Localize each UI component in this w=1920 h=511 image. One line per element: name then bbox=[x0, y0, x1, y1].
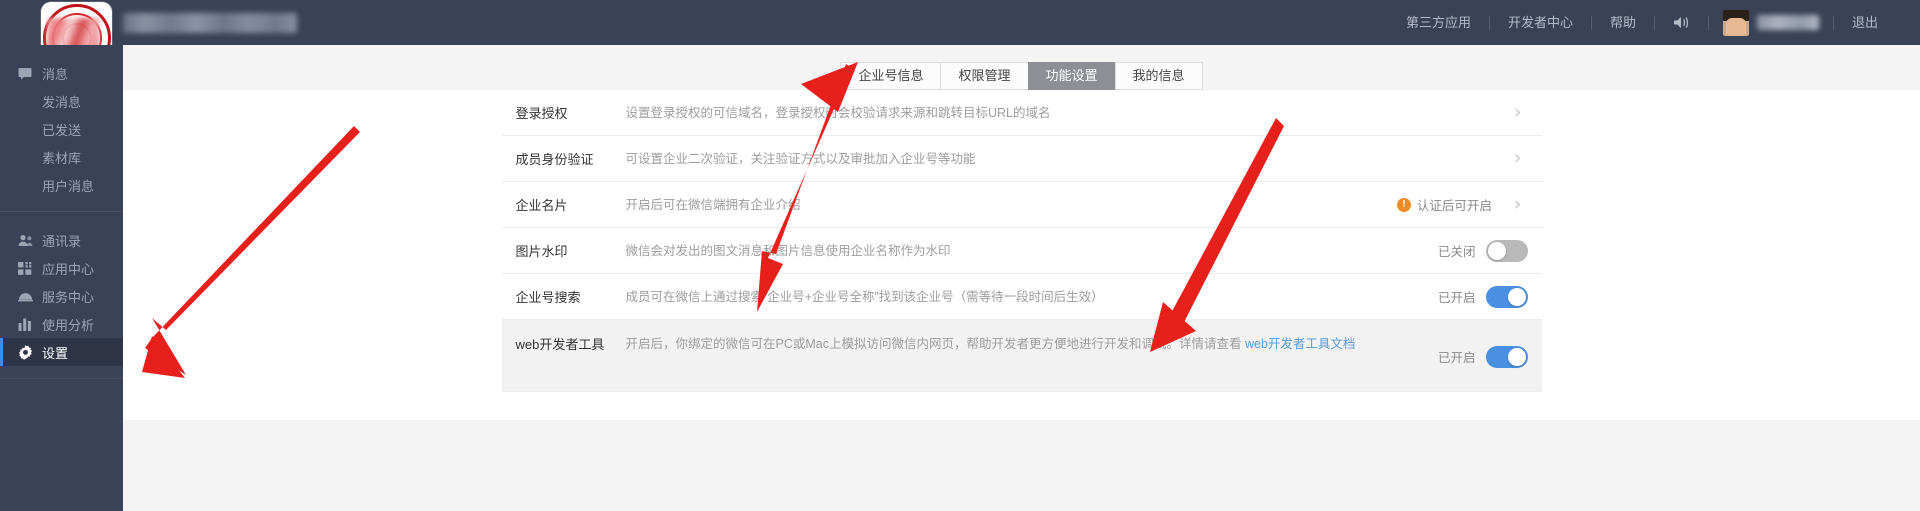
avatar-face bbox=[1725, 17, 1746, 36]
sidebar-item-analytics[interactable]: 使用分析 bbox=[0, 310, 123, 338]
sidebar-item-label: 应用中心 bbox=[42, 261, 95, 277]
sidebar-item-label: 服务中心 bbox=[42, 289, 95, 305]
table-row[interactable]: 企业名片 开启后可在微信端拥有企业介绍 ! 认证后可开启 › bbox=[501, 182, 1542, 228]
nav-help[interactable]: 帮助 bbox=[1592, 0, 1654, 45]
tab-function-settings[interactable]: 功能设置 bbox=[1027, 62, 1115, 90]
sidebar-subitem-send-message[interactable]: 发消息 bbox=[0, 87, 123, 115]
exclamation-icon: ! bbox=[1396, 197, 1411, 212]
contacts-icon bbox=[17, 232, 33, 248]
tab-enterprise-info[interactable]: 企业号信息 bbox=[840, 62, 941, 90]
settings-tabbar: 企业号信息 权限管理 功能设置 我的信息 bbox=[123, 45, 1920, 90]
sidebar-subitem-sent[interactable]: 已发送 bbox=[0, 115, 123, 143]
sidebar-subitem-label: 已发送 bbox=[42, 122, 82, 138]
web-devtools-doc-link[interactable]: web开发者工具文档 bbox=[1245, 337, 1355, 351]
setting-label: 成员身份验证 bbox=[515, 152, 594, 167]
sidebar-item-label: 消息 bbox=[42, 66, 69, 82]
sidebar-item-label: 使用分析 bbox=[42, 317, 95, 333]
chevron-right-icon[interactable]: › bbox=[1502, 103, 1528, 122]
bar-chart-icon bbox=[17, 316, 33, 332]
tab-permission-management[interactable]: 权限管理 bbox=[940, 62, 1028, 90]
table-row[interactable]: 图片水印 微信会对发出的图文消息和图片信息使用企业名称作为水印 已关闭 bbox=[501, 228, 1542, 274]
table-row[interactable]: 企业号搜索 成员可在微信上通过搜索“企业号+企业号全称”找到该企业号（需等待一段… bbox=[501, 274, 1542, 320]
enterprise-search-toggle[interactable] bbox=[1485, 285, 1528, 308]
setting-description: 微信会对发出的图文消息和图片信息使用企业名称作为水印 bbox=[625, 243, 951, 258]
sidebar-subitem-user-messages[interactable]: 用户消息 bbox=[0, 171, 123, 199]
setting-label: 企业号搜索 bbox=[515, 290, 581, 305]
sidebar-group-main: 通讯录 应用中心 服务中心 使用分析 设置 bbox=[0, 212, 123, 379]
setting-description: 开启后，你绑定的微信可在PC或Mac上模拟访问微信内网页，帮助开发者更方便地进行… bbox=[626, 334, 1438, 354]
setting-control: ! 认证后可开启 › bbox=[1396, 195, 1542, 214]
status-badge-text: 认证后可开启 bbox=[1416, 199, 1492, 213]
nav-third-party-apps[interactable]: 第三方应用 bbox=[1388, 0, 1489, 45]
chevron-right-icon[interactable]: › bbox=[1502, 195, 1528, 214]
sidebar-item-settings[interactable]: 设置 bbox=[0, 338, 123, 366]
company-name-redacted bbox=[123, 12, 297, 33]
gear-icon bbox=[17, 344, 33, 360]
toggle-knob bbox=[1487, 241, 1506, 260]
sidebar-subitem-material-library[interactable]: 素材库 bbox=[0, 143, 123, 171]
setting-description: 可设置企业二次验证，关注验证方式以及审批加入企业号等功能 bbox=[625, 151, 976, 166]
left-sidebar: 消息 发消息 已发送 素材库 用户消息 通讯录 应用中心 服务中心 使用分析 设… bbox=[0, 45, 123, 511]
setting-control: 已关闭 bbox=[1437, 239, 1542, 262]
header-nav-right: 第三方应用 开发者中心 帮助 退出 bbox=[1388, 0, 1920, 45]
sidebar-group-messages: 消息 发消息 已发送 素材库 用户消息 bbox=[0, 45, 123, 212]
setting-control: › bbox=[1502, 103, 1542, 122]
sidebar-subitem-label: 发消息 bbox=[42, 94, 82, 110]
sidebar-subitem-label: 用户消息 bbox=[42, 178, 95, 194]
setting-control: 已开启 bbox=[1437, 285, 1542, 308]
sidebar-item-label: 设置 bbox=[42, 345, 69, 361]
toggle-state-text: 已开启 bbox=[1437, 351, 1476, 365]
table-row[interactable]: web开发者工具 开启后，你绑定的微信可在PC或Mac上模拟访问微信内网页，帮助… bbox=[501, 320, 1542, 392]
speaker-icon[interactable] bbox=[1655, 15, 1708, 30]
apps-grid-icon bbox=[17, 260, 33, 276]
setting-description: 设置登录授权的可信域名，登录授权时会校验请求来源和跳转目标URL的域名 bbox=[625, 105, 1051, 120]
toggle-knob bbox=[1507, 287, 1526, 306]
sidebar-item-app-center[interactable]: 应用中心 bbox=[0, 254, 123, 282]
setting-label: 登录授权 bbox=[515, 106, 568, 121]
sidebar-item-messages[interactable]: 消息 bbox=[0, 59, 123, 87]
toggle-state-text: 已开启 bbox=[1437, 291, 1476, 305]
user-name-redacted bbox=[1756, 15, 1819, 30]
sidebar-subitem-label: 素材库 bbox=[42, 150, 82, 166]
setting-description-text: 开启后，你绑定的微信可在PC或Mac上模拟访问微信内网页，帮助开发者更方便地进行… bbox=[625, 337, 1245, 351]
nav-developer-center[interactable]: 开发者中心 bbox=[1490, 0, 1591, 45]
setting-label: web开发者工具 bbox=[515, 337, 605, 352]
setting-description: 开启后可在微信端拥有企业介绍 bbox=[625, 197, 801, 212]
top-header-bar: 第三方应用 开发者中心 帮助 退出 bbox=[0, 0, 1920, 73]
logout-button[interactable]: 退出 bbox=[1834, 0, 1896, 45]
setting-description: 成员可在微信上通过搜索“企业号+企业号全称”找到该企业号（需等待一段时间后生效） bbox=[625, 289, 1104, 304]
user-menu[interactable] bbox=[1709, 9, 1833, 36]
table-row[interactable]: 登录授权 设置登录授权的可信域名，登录授权时会校验请求来源和跳转目标URL的域名… bbox=[501, 90, 1542, 136]
toggle-knob bbox=[1507, 347, 1526, 366]
chevron-right-icon[interactable]: › bbox=[1502, 149, 1528, 168]
status-badge: ! 认证后可开启 bbox=[1396, 195, 1492, 214]
sidebar-item-service-center[interactable]: 服务中心 bbox=[0, 282, 123, 310]
setting-label: 图片水印 bbox=[515, 244, 568, 259]
setting-label: 企业名片 bbox=[515, 198, 568, 213]
service-bell-icon bbox=[17, 288, 33, 304]
setting-control: › bbox=[1502, 149, 1542, 168]
table-row[interactable]: 成员身份验证 可设置企业二次验证，关注验证方式以及审批加入企业号等功能 › bbox=[501, 136, 1542, 182]
brand-area bbox=[123, 0, 297, 45]
sidebar-item-contacts[interactable]: 通讯录 bbox=[0, 226, 123, 254]
function-settings-panel: 登录授权 设置登录授权的可信域名，登录授权时会校验请求来源和跳转目标URL的域名… bbox=[123, 90, 1920, 420]
main-content: 企业号信息 权限管理 功能设置 我的信息 登录授权 设置登录授权的可信域名，登录… bbox=[123, 45, 1920, 511]
sidebar-item-label: 通讯录 bbox=[42, 233, 82, 249]
web-devtools-toggle[interactable] bbox=[1485, 345, 1528, 368]
avatar bbox=[1722, 9, 1749, 36]
toggle-state-text: 已关闭 bbox=[1437, 245, 1476, 259]
watermark-toggle[interactable] bbox=[1485, 239, 1528, 262]
setting-control: 已开启 bbox=[1437, 345, 1542, 368]
tab-my-info[interactable]: 我的信息 bbox=[1114, 62, 1203, 90]
message-icon bbox=[17, 65, 33, 81]
